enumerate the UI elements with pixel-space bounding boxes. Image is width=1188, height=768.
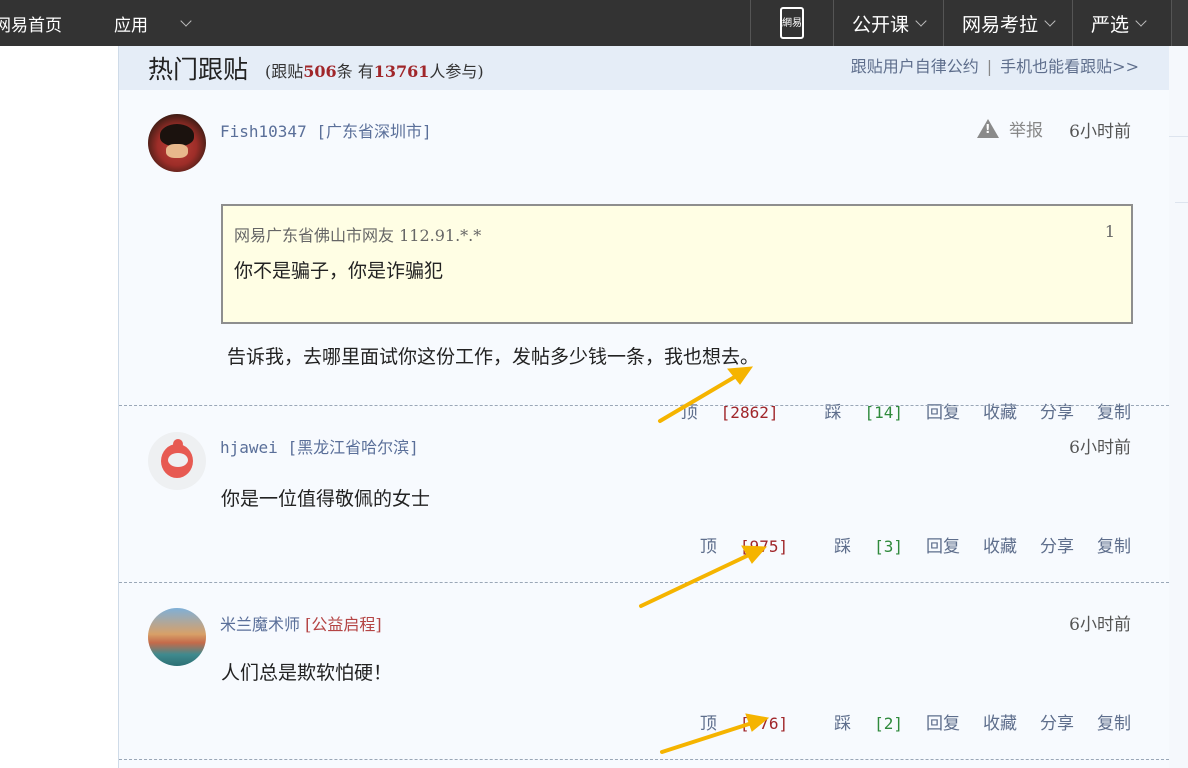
downvote-button[interactable]: 踩 [2] <box>811 709 903 734</box>
panel-stats: (跟贴506条 有13761人参与) <box>265 58 484 82</box>
chevron-down-icon <box>180 14 192 27</box>
panel-header: 热门跟贴 (跟贴506条 有13761人参与) 跟贴用户自律公约 | 手机也能看跟贴… <box>119 46 1169 90</box>
username-link[interactable]: 米兰魔术师 <box>220 615 300 634</box>
comment-user: 米兰魔术师 [公益启程] <box>220 611 382 635</box>
netease-home-link[interactable]: 网易首页 <box>0 11 88 36</box>
user-location: [黑龙江省哈尔滨] <box>287 438 419 457</box>
mobile-link[interactable]: 手机也能看跟贴>> <box>1000 57 1139 76</box>
people-count: 13761 <box>373 62 430 81</box>
comment-divider <box>119 759 1169 760</box>
copy-button[interactable]: 复制 <box>1097 532 1131 557</box>
comment-user: hjawei [黑龙江省哈尔滨] <box>220 434 419 458</box>
user-location: [公益启程] <box>305 615 382 634</box>
avatar[interactable] <box>148 608 206 666</box>
open-course-menu[interactable]: 公开课 <box>832 0 943 46</box>
downvote-count: [3] <box>874 537 903 556</box>
comment-item: 米兰魔术师 [公益启程] 6小时前 人们总是欺软怕硬！ 顶 [776] 踩 [2] … <box>119 583 1169 759</box>
divider <box>1175 202 1188 203</box>
mobile-app-button[interactable]: 網易 <box>749 0 833 46</box>
share-button[interactable]: 分享 <box>1040 532 1074 557</box>
stats-mid: 条 有 <box>336 62 374 81</box>
username-link[interactable]: Fish10347 <box>220 122 307 141</box>
reply-button[interactable]: 回复 <box>926 709 960 734</box>
comment-time: 6小时前 <box>1069 615 1131 635</box>
top-navigation-bar: 网易首页 应用 網易 公开课 网易考拉 严选 <box>0 0 1188 46</box>
avatar[interactable] <box>148 114 206 172</box>
downvote-count: [2] <box>874 714 903 733</box>
divider <box>1169 136 1188 137</box>
upvote-count: [975] <box>739 537 789 556</box>
stats-suffix: 人参与) <box>429 62 484 81</box>
chevron-down-icon <box>1135 14 1147 27</box>
upvote-label: 顶 <box>699 537 717 557</box>
quoted-comment: 网易广东省佛山市网友 112.91.*.* 1 你不是骗子，你是诈骗犯 <box>221 204 1133 324</box>
chevron-down-icon <box>1044 14 1056 27</box>
favorite-button[interactable]: 收藏 <box>983 709 1017 734</box>
reply-button[interactable]: 回复 <box>926 532 960 557</box>
downvote-label: 踩 <box>834 537 852 557</box>
kaola-label: 网易考拉 <box>961 13 1038 36</box>
stats-prefix: (跟贴 <box>265 62 304 81</box>
top-nav-left: 网易首页 应用 <box>0 0 216 46</box>
apps-menu-label: 应用 <box>114 15 148 36</box>
comment-actions: 顶 [975] 踩 [3] 回复 收藏 分享 复制 <box>654 532 1131 557</box>
avatar[interactable] <box>148 432 206 490</box>
panel-title: 热门跟贴 <box>148 55 249 84</box>
panel-links: 跟贴用户自律公约 | 手机也能看跟贴>> <box>851 53 1139 77</box>
comment-time: 6小时前 <box>1069 122 1131 142</box>
report-label: 举报 <box>1009 121 1043 141</box>
open-course-label: 公开课 <box>851 13 909 36</box>
kaola-menu[interactable]: 网易考拉 <box>942 0 1072 46</box>
comment-actions: 顶 [776] 踩 [2] 回复 收藏 分享 复制 <box>654 709 1131 734</box>
right-gutter <box>1168 46 1188 768</box>
upvote-count: [776] <box>739 714 789 733</box>
topbar-edge <box>1171 0 1188 46</box>
comment-item: hjawei [黑龙江省哈尔滨] 6小时前 你是一位值得敬佩的女士 顶 [975]… <box>119 406 1169 582</box>
comment-user: Fish10347 [广东省深圳市] <box>220 118 432 142</box>
user-location: [广东省深圳市] <box>316 122 432 141</box>
comment-time: 6小时前 <box>1069 438 1131 458</box>
report-button[interactable]: 举报 <box>977 116 1043 141</box>
comment-text: 你是一位值得敬佩的女士 <box>221 488 431 510</box>
comment-item: Fish10347 [广东省深圳市] 举报 6小时前 网易广东省佛山市网友 11… <box>119 90 1169 423</box>
username-link[interactable]: hjawei <box>220 438 278 457</box>
copy-button[interactable]: 复制 <box>1097 709 1131 734</box>
chevron-down-icon <box>915 14 927 27</box>
quote-author: 网易广东省佛山市网友 112.91.*.* <box>234 226 482 245</box>
posts-count: 506 <box>303 62 337 81</box>
apps-menu[interactable]: 应用 <box>114 11 192 36</box>
comment-text: 人们总是欺软怕硬！ <box>221 662 393 684</box>
comment-text: 告诉我，去哪里面试你这份工作，发帖多少钱一条，我也想去。 <box>227 346 760 368</box>
netease-logo-icon <box>161 439 193 478</box>
upvote-label: 顶 <box>699 714 717 734</box>
upvote-button[interactable]: 顶 [776] <box>677 709 788 734</box>
top-nav-right: 網易 公开课 网易考拉 严选 <box>749 0 1188 46</box>
phone-icon-label: 網易 <box>781 17 802 29</box>
downvote-button[interactable]: 踩 [3] <box>811 532 903 557</box>
hot-comments-panel: 热门跟贴 (跟贴506条 有13761人参与) 跟贴用户自律公约 | 手机也能看跟贴… <box>118 46 1169 768</box>
yanxuan-menu[interactable]: 严选 <box>1071 0 1171 46</box>
share-button[interactable]: 分享 <box>1040 709 1074 734</box>
quote-text: 你不是骗子，你是诈骗犯 <box>234 260 444 282</box>
phone-icon: 網易 <box>779 7 804 39</box>
netease-home-label: 网易首页 <box>0 15 62 36</box>
favorite-button[interactable]: 收藏 <box>983 532 1017 557</box>
warning-icon <box>977 119 999 138</box>
downvote-label: 踩 <box>834 714 852 734</box>
quote-floor-number: 1 <box>1104 222 1115 241</box>
upvote-button[interactable]: 顶 [975] <box>677 532 788 557</box>
link-separator: | <box>986 57 993 76</box>
rules-link[interactable]: 跟贴用户自律公约 <box>851 57 979 76</box>
yanxuan-label: 严选 <box>1090 13 1129 36</box>
